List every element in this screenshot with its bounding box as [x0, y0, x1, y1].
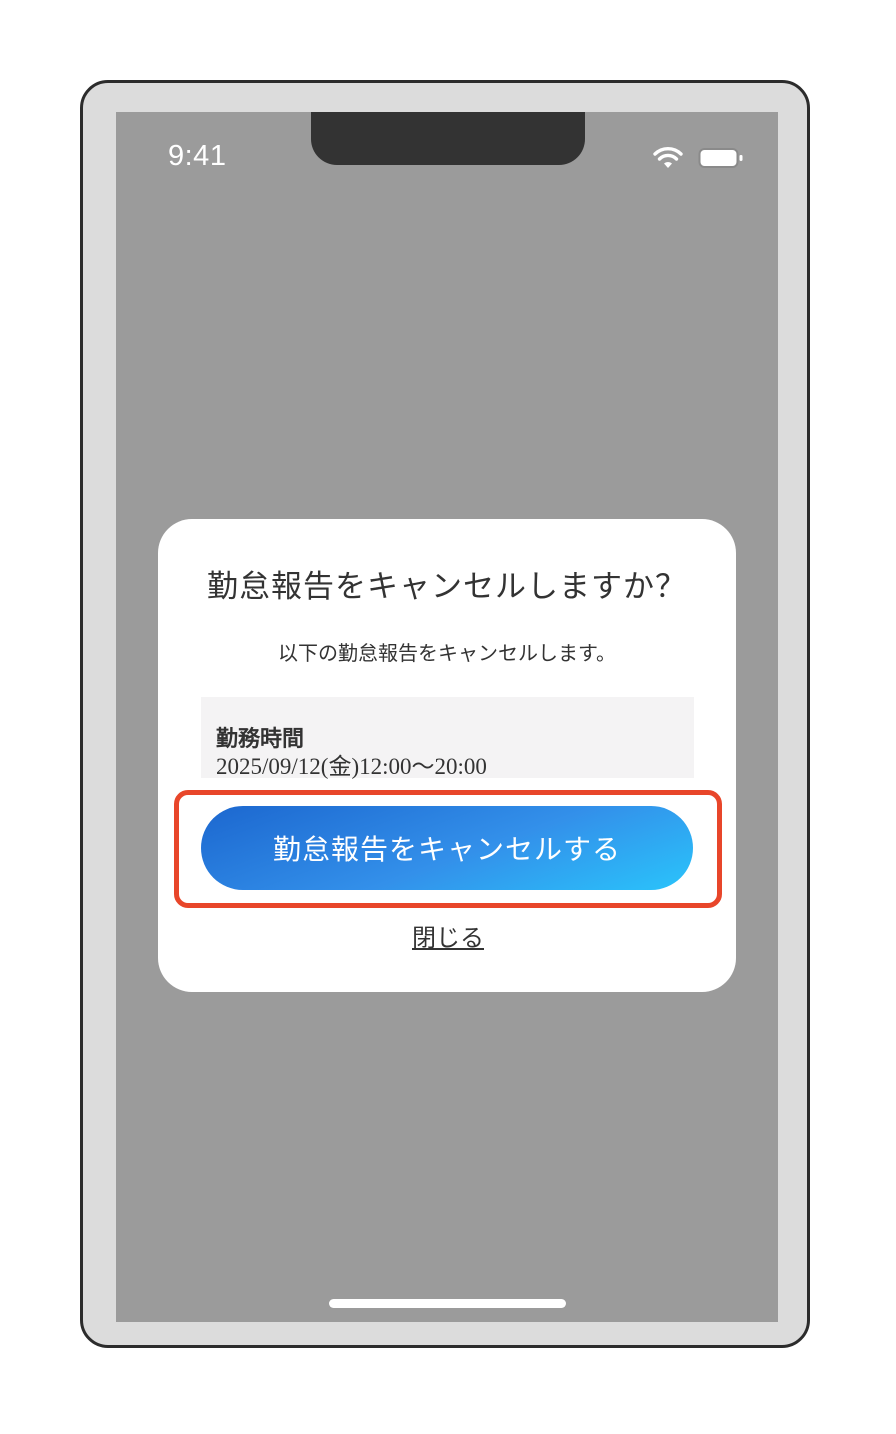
notch	[311, 112, 585, 165]
dialog-message: 以下の勤怠報告をキャンセルします。	[278, 641, 616, 665]
wifi-icon	[653, 147, 683, 168]
dialog-title: 勤怠報告をキャンセルしますか？	[207, 569, 687, 605]
work-time-value: 2025/09/12(金)12:00〜20:00	[216, 754, 487, 779]
work-time-info: 勤務時間 2025/09/12(金)12:00〜20:00	[201, 697, 694, 779]
close-link[interactable]: 閉じる	[0, 918, 896, 953]
cancel-report-button[interactable]: 勤怠報告をキャンセルする	[201, 806, 693, 890]
cancel-report-button-label: 勤怠報告をキャンセルする	[272, 833, 621, 866]
status-time: 9:41	[168, 140, 227, 172]
battery-icon	[698, 148, 743, 168]
home-indicator	[329, 1299, 566, 1308]
